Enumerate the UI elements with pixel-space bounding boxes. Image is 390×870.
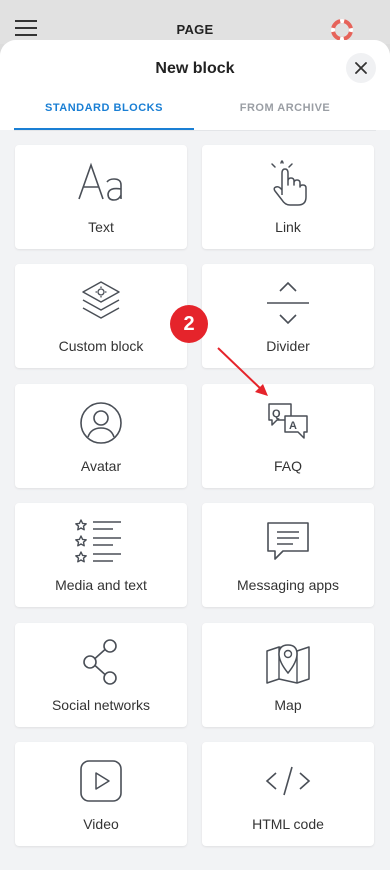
block-map[interactable]: Map [202,623,374,727]
block-label: Custom block [58,338,144,354]
sheet-title: New block [155,60,235,77]
video-icon [80,760,122,802]
block-label: Link [275,219,301,235]
block-label: HTML code [252,816,324,832]
tabs: STANDARD BLOCKS FROM ARCHIVE [14,90,376,131]
block-label: Video [83,816,119,832]
block-text[interactable]: Text [15,145,187,249]
block-label: Text [88,219,114,235]
block-video[interactable]: Video [15,742,187,846]
close-icon [355,62,367,74]
media-text-icon [75,519,121,563]
text-icon [78,162,122,201]
block-label: Avatar [80,458,122,474]
top-bar: PAGE [0,0,390,44]
block-label: Messaging apps [237,577,339,593]
map-icon [266,644,310,684]
chat-icon [267,522,309,560]
step-badge: 2 [170,305,208,343]
lifebuoy-help-icon[interactable] [331,19,353,41]
block-link[interactable]: Link [202,145,374,249]
block-label: Media and text [55,577,147,593]
annotation-arrow-icon [217,347,268,396]
sheet-header: New block STANDARD BLOCKS FROM ARCHIVE [0,40,390,131]
divider-icon [267,281,309,325]
block-label: Social networks [51,697,151,713]
pointer-hand-icon [271,160,307,206]
block-label: Map [274,697,302,713]
block-html[interactable]: HTML code [202,742,374,846]
code-icon [265,766,311,796]
block-messaging[interactable]: Messaging apps [202,503,374,607]
block-label: FAQ [273,458,302,474]
block-avatar[interactable]: Avatar [15,384,187,488]
block-social[interactable]: Social networks [15,623,187,727]
layers-icon [82,281,120,319]
share-icon [83,639,117,685]
avatar-icon [80,402,122,444]
block-custom[interactable]: Custom block [15,264,187,368]
close-button[interactable] [346,53,376,83]
block-media-text[interactable]: Media and text [15,503,187,607]
tab-standard-blocks[interactable]: STANDARD BLOCKS [14,90,194,130]
tab-from-archive[interactable]: FROM ARCHIVE [195,90,375,128]
svg-text:A: A [289,420,297,432]
